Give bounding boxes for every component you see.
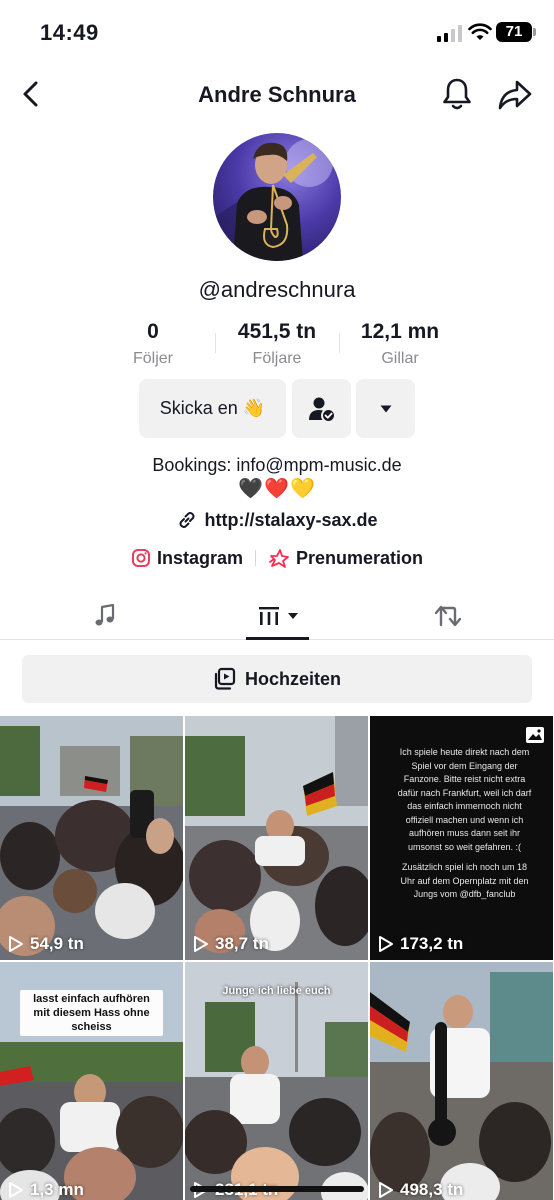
avatar-photo bbox=[213, 139, 333, 261]
social-divider bbox=[255, 550, 256, 566]
instagram-label: Instagram bbox=[156, 547, 243, 568]
bell-icon[interactable] bbox=[440, 76, 474, 112]
play-icon bbox=[9, 936, 23, 952]
post-text: Ich spiele heute direkt nach dem Spiel v… bbox=[397, 747, 532, 852]
more-options-button[interactable] bbox=[356, 379, 415, 438]
cellular-signal-icon bbox=[437, 25, 462, 42]
play-icon bbox=[194, 936, 208, 952]
stat-likes[interactable]: 12,1 mn Gillar bbox=[348, 320, 452, 368]
view-count-text: 173,2 tn bbox=[400, 934, 464, 953]
play-icon bbox=[379, 1182, 393, 1198]
video-tile[interactable]: 54,9 tn bbox=[0, 716, 183, 960]
view-count-text: 1,3 mn bbox=[30, 1180, 84, 1199]
following-label: Följer bbox=[132, 350, 173, 367]
stat-followers[interactable]: 451,5 tn Följare bbox=[222, 320, 332, 368]
view-count: 498,3 tn bbox=[378, 1180, 463, 1200]
video-tile[interactable]: lasst einfach aufhören mit diesem Hass o… bbox=[0, 962, 183, 1200]
following-count: 0 bbox=[147, 320, 159, 343]
likes-label: Gillar bbox=[381, 350, 419, 367]
view-count: 1,3 mn bbox=[8, 1180, 84, 1200]
video-tile[interactable]: 498,3 tn bbox=[370, 962, 553, 1200]
following-status-button[interactable] bbox=[292, 379, 351, 438]
avatar[interactable] bbox=[213, 133, 341, 261]
profile-username: @andreschnura bbox=[198, 277, 356, 302]
followers-count: 451,5 tn bbox=[237, 320, 317, 343]
caret-down-icon bbox=[380, 405, 391, 412]
send-message-button[interactable]: Skicka en 👋 bbox=[139, 379, 286, 438]
video-caption: Junge ich liebe euch bbox=[222, 985, 331, 997]
videos-grid-icon bbox=[259, 607, 279, 625]
video-tile[interactable]: Ich spiele heute direkt nach dem Spiel v… bbox=[370, 716, 553, 960]
view-count: 38,7 tn bbox=[193, 934, 269, 954]
instagram-icon bbox=[131, 549, 150, 567]
tab-music[interactable] bbox=[60, 592, 150, 640]
bio-text: Bookings: info@mpm-music.de bbox=[152, 455, 402, 475]
video-caption: lasst einfach aufhören mit diesem Hass o… bbox=[20, 990, 163, 1036]
social-links: Instagram Prenumeration bbox=[0, 547, 554, 569]
battery-indicator: 71 bbox=[496, 22, 532, 42]
profile-tabs bbox=[0, 592, 554, 640]
stat-divider bbox=[339, 333, 340, 353]
playlist-button[interactable]: Hochzeiten bbox=[22, 655, 532, 703]
followers-label: Följare bbox=[252, 350, 302, 367]
tab-videos[interactable] bbox=[236, 592, 320, 640]
video-thumbnail bbox=[0, 716, 183, 960]
home-indicator[interactable] bbox=[190, 1186, 364, 1192]
photo-icon bbox=[526, 727, 544, 743]
play-icon bbox=[379, 936, 393, 952]
battery-tip bbox=[533, 28, 536, 36]
active-tab-indicator bbox=[246, 637, 309, 640]
send-message-label: Skicka en 👋 bbox=[159, 398, 266, 418]
view-count-text: 54,9 tn bbox=[30, 934, 84, 953]
view-count: 173,2 tn bbox=[378, 934, 463, 954]
profile-link[interactable]: http://stalaxy-sax.de bbox=[0, 509, 554, 531]
stat-divider bbox=[215, 333, 216, 353]
wifi-icon bbox=[468, 23, 492, 40]
video-thumbnail bbox=[185, 716, 368, 960]
status-time: 14:49 bbox=[40, 20, 99, 45]
profile-header: Andre Schnura bbox=[0, 70, 554, 120]
video-tile[interactable]: Junge ich liebe euch 231,1 tn bbox=[185, 962, 368, 1200]
playlist-label: Hochzeiten bbox=[244, 668, 341, 689]
music-note-icon bbox=[95, 603, 115, 626]
instagram-link[interactable]: Instagram bbox=[131, 548, 243, 569]
video-thumbnail bbox=[370, 962, 553, 1200]
view-count-text: 38,7 tn bbox=[215, 934, 269, 953]
repost-icon bbox=[434, 605, 461, 627]
tab-reposts[interactable] bbox=[402, 592, 492, 640]
share-arrow-icon[interactable] bbox=[497, 78, 533, 112]
user-check-icon bbox=[308, 397, 336, 423]
play-icon bbox=[9, 1182, 23, 1198]
link-icon bbox=[180, 512, 195, 528]
stat-following[interactable]: 0 Följer bbox=[103, 320, 203, 368]
subscription-label: Prenumeration bbox=[296, 547, 424, 568]
caret-down-icon bbox=[288, 613, 298, 619]
playlist-icon bbox=[214, 667, 236, 690]
subscription-icon bbox=[269, 549, 289, 568]
video-tile[interactable]: 38,7 tn bbox=[185, 716, 368, 960]
status-bar: 14:49 71 bbox=[0, 0, 554, 66]
subscription-link[interactable]: Prenumeration bbox=[268, 547, 423, 569]
view-count-text: 498,3 tn bbox=[400, 1180, 464, 1199]
bio-emojis: 🖤❤️💛 bbox=[238, 478, 316, 500]
post-text-secondary: Zusätzlich spiel ich noch um 18 Uhr auf … bbox=[400, 862, 529, 899]
profile-link-text: http://stalaxy-sax.de bbox=[204, 509, 378, 530]
likes-count: 12,1 mn bbox=[360, 320, 440, 343]
view-count: 54,9 tn bbox=[8, 934, 84, 954]
